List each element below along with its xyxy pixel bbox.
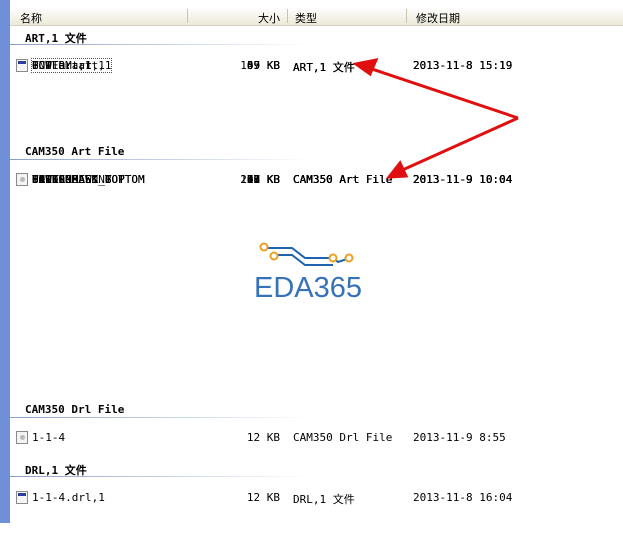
annotation-overlay: EDA365 — [254, 57, 519, 304]
watermark-logo: EDA365 — [254, 242, 362, 304]
red-arrows — [352, 57, 519, 179]
arrow-head-icon — [385, 160, 409, 179]
watermark-text: EDA365 — [254, 272, 362, 304]
arrow-head-icon — [352, 57, 379, 77]
